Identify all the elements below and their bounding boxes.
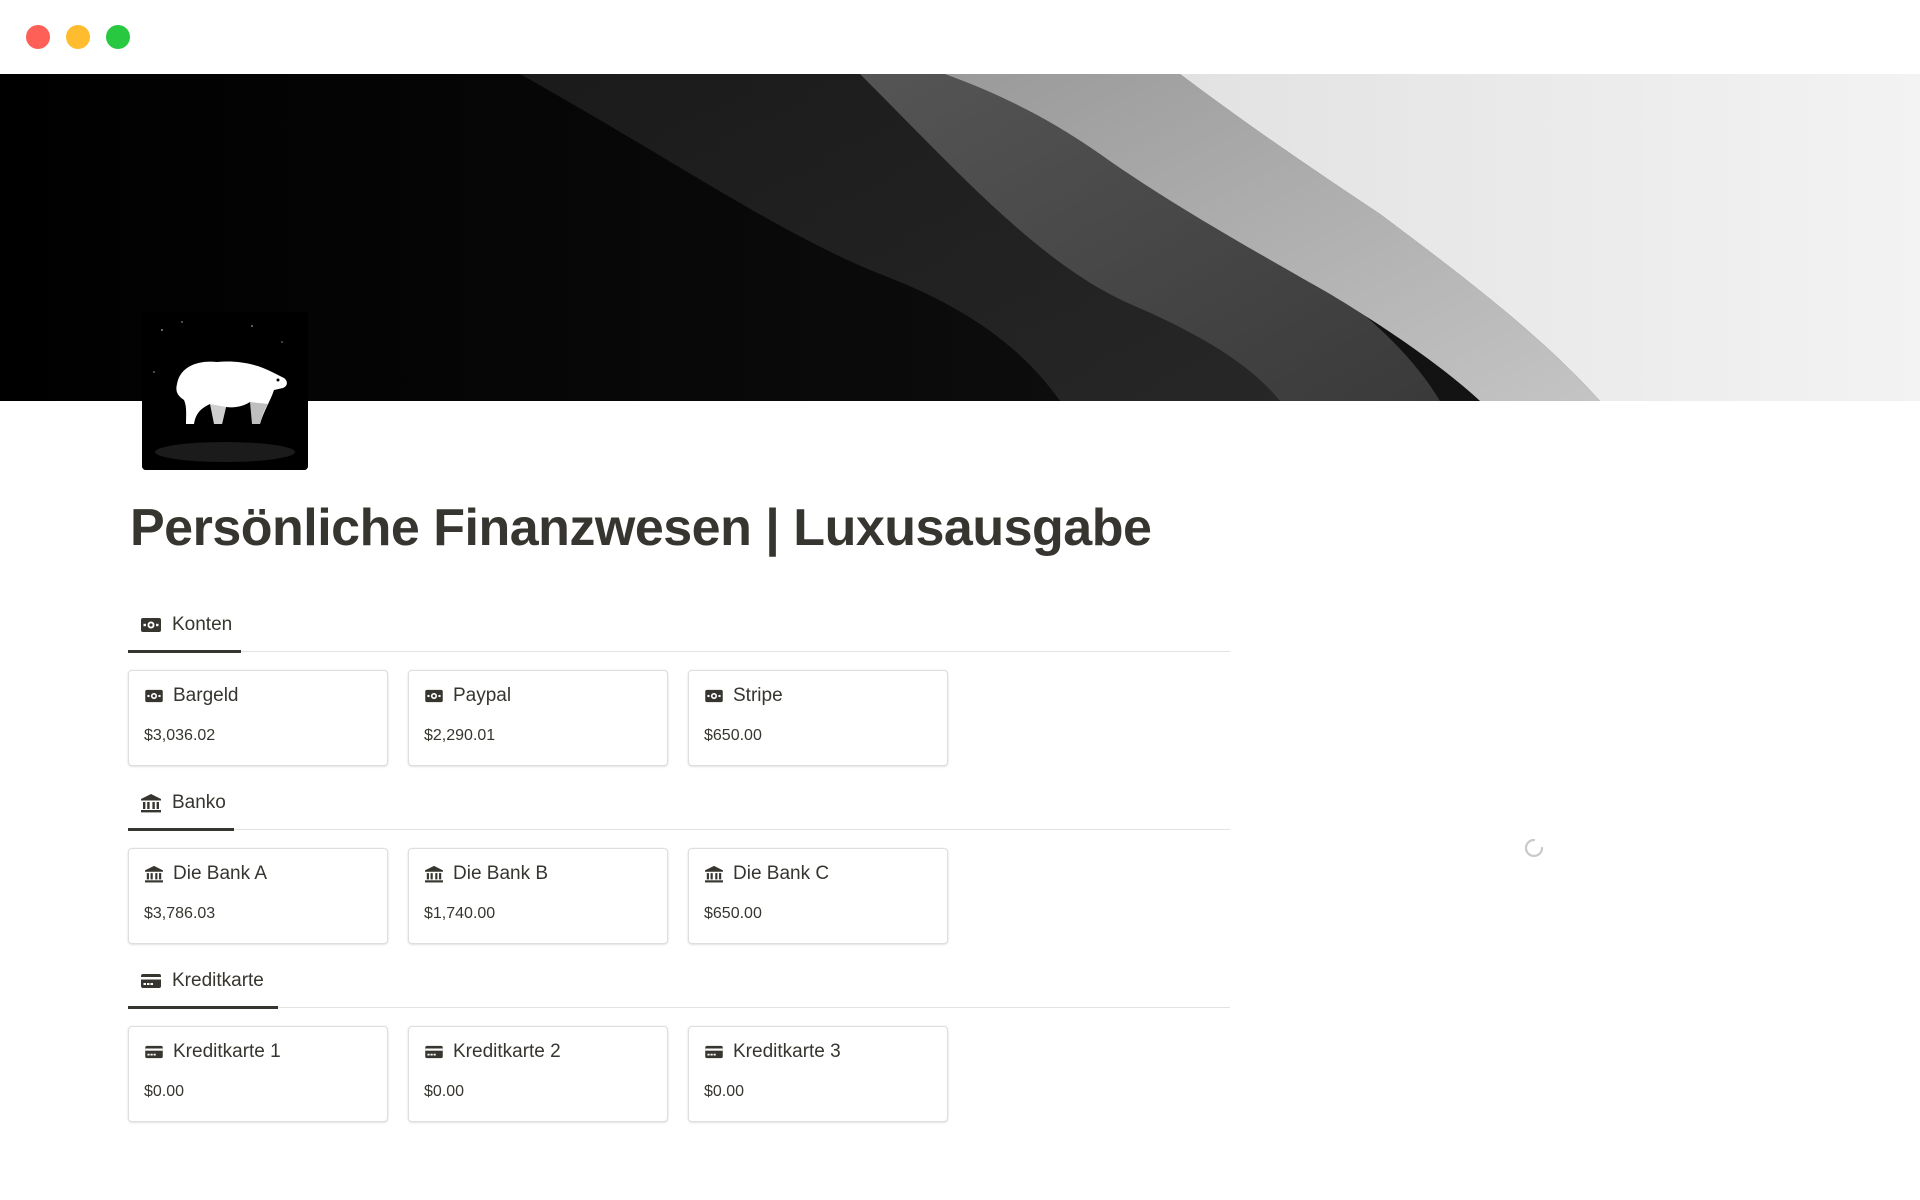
polar-bear-icon (142, 312, 308, 470)
view-tabbar: Kreditkarte (128, 955, 1230, 1009)
card-gallery: Die Bank A $3,786.03 Die Bank B $1,740.0… (128, 848, 1230, 948)
zoom-window-button[interactable] (106, 25, 130, 49)
tab-konten[interactable]: Konten (128, 599, 241, 653)
card-amount: $2,290.01 (424, 727, 496, 744)
bank-icon (144, 865, 164, 883)
section-konten: Konten Bargeld $3,036.02 Paypal $2,290.0… (128, 599, 1230, 770)
tab-label: Kreditkarte (172, 970, 264, 991)
card-gallery: Bargeld $3,036.02 Paypal $2,290.01 Strip… (128, 670, 1230, 770)
credit-card-icon (144, 1043, 164, 1061)
account-card-bargeld[interactable]: Bargeld $3,036.02 (128, 670, 388, 766)
bank-icon (140, 793, 162, 813)
page-title[interactable]: Persönliche Finanzwesen | Luxusausgabe (130, 498, 1152, 558)
account-card-die-bank-c[interactable]: Die Bank C $650.00 (688, 848, 948, 944)
spinner-icon (1524, 838, 1544, 858)
card-amount: $0.00 (704, 1083, 745, 1100)
card-amount: $3,036.02 (144, 727, 216, 744)
card-amount: $650.00 (704, 727, 762, 744)
card-title: Kreditkarte 1 (144, 1041, 281, 1063)
money-icon (424, 687, 444, 705)
credit-card-icon (424, 1043, 444, 1061)
account-card-die-bank-b[interactable]: Die Bank B $1,740.00 (408, 848, 668, 944)
account-card-stripe[interactable]: Stripe $650.00 (688, 670, 948, 766)
card-title: Die Bank C (704, 863, 829, 885)
card-name: Die Bank B (453, 863, 549, 884)
account-card-kreditkarte-1[interactable]: Kreditkarte 1 $0.00 (128, 1026, 388, 1122)
minimize-window-button[interactable] (66, 25, 90, 49)
card-name: Kreditkarte 2 (453, 1041, 561, 1062)
card-name: Kreditkarte 3 (733, 1041, 841, 1062)
card-amount: $1,740.00 (424, 905, 496, 922)
close-window-button[interactable] (26, 25, 50, 49)
section-kreditkarte: Kreditkarte Kreditkarte 1 $0.00 Kreditka… (128, 955, 1230, 1126)
card-title: Kreditkarte 2 (424, 1041, 561, 1063)
page-icon-polar-bear[interactable] (142, 312, 308, 470)
tab-kreditkarte[interactable]: Kreditkarte (128, 955, 278, 1009)
view-tabbar: Konten (128, 599, 1230, 653)
card-amount: $650.00 (704, 905, 762, 922)
card-title: Die Bank A (144, 863, 267, 885)
card-name: Die Bank A (173, 863, 267, 884)
card-gallery: Kreditkarte 1 $0.00 Kreditkarte 2 $0.00 … (128, 1026, 1230, 1126)
card-title: Die Bank B (424, 863, 548, 885)
card-name: Paypal (453, 685, 512, 706)
account-card-die-bank-a[interactable]: Die Bank A $3,786.03 (128, 848, 388, 944)
card-title: Kreditkarte 3 (704, 1041, 841, 1063)
money-icon (140, 615, 162, 635)
card-amount: $0.00 (144, 1083, 185, 1100)
card-title: Bargeld (144, 685, 239, 707)
tab-banko[interactable]: Banko (128, 777, 234, 831)
tab-label: Konten (172, 614, 233, 635)
card-amount: $0.00 (424, 1083, 465, 1100)
credit-card-icon (704, 1043, 724, 1061)
card-title: Stripe (704, 685, 783, 707)
card-name: Bargeld (173, 685, 239, 706)
bank-icon (704, 865, 724, 883)
money-icon (704, 687, 724, 705)
bank-icon (424, 865, 444, 883)
credit-card-icon (140, 971, 162, 991)
card-name: Kreditkarte 1 (173, 1041, 281, 1062)
account-card-paypal[interactable]: Paypal $2,290.01 (408, 670, 668, 766)
card-amount: $3,786.03 (144, 905, 216, 922)
card-name: Die Bank C (733, 863, 830, 884)
view-tabbar: Banko (128, 777, 1230, 831)
section-banko: Banko Die Bank A $3,786.03 Die Bank B $1… (128, 777, 1230, 948)
window-titlebar (0, 0, 1920, 74)
card-name: Stripe (733, 685, 783, 706)
tab-label: Banko (172, 792, 226, 813)
card-title: Paypal (424, 685, 511, 707)
account-card-kreditkarte-2[interactable]: Kreditkarte 2 $0.00 (408, 1026, 668, 1122)
account-card-kreditkarte-3[interactable]: Kreditkarte 3 $0.00 (688, 1026, 948, 1122)
money-icon (144, 687, 164, 705)
